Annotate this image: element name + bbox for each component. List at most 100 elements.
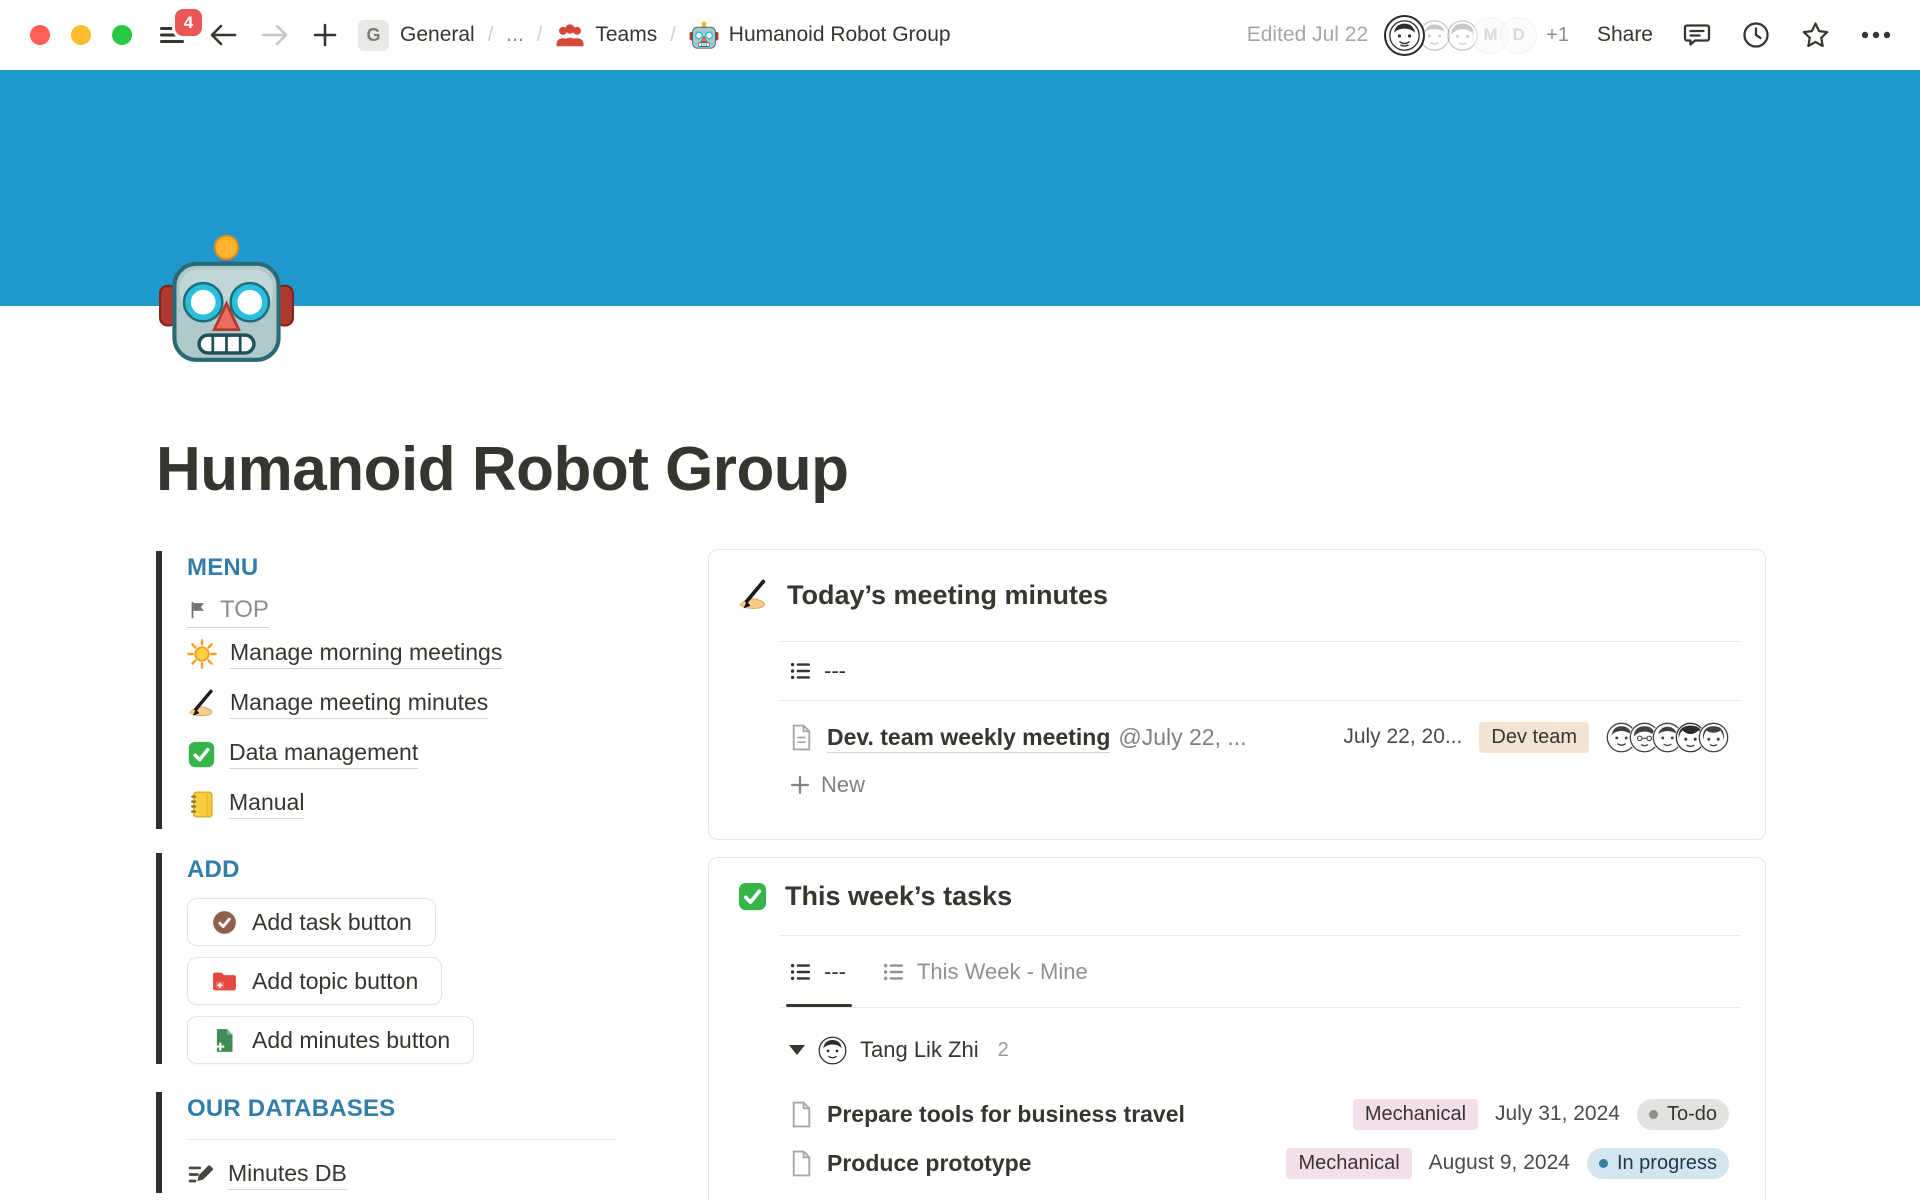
breadcrumb-ellipsis[interactable]: ... xyxy=(506,23,524,47)
writing-hand-icon xyxy=(187,689,217,719)
breadcrumb-separator: / xyxy=(488,24,494,47)
tasks-card: This week’s tasks --- This Week - Mine xyxy=(708,857,1766,1200)
back-button[interactable] xyxy=(208,22,238,48)
close-window-button[interactable] xyxy=(30,25,50,45)
add-topic-button[interactable]: Add topic button xyxy=(187,957,442,1005)
top-link-label: TOP xyxy=(220,596,269,624)
flag-icon xyxy=(187,599,209,621)
database-link-minutes-db[interactable]: Minutes DB xyxy=(187,1157,616,1193)
last-edited-label: Edited Jul 22 xyxy=(1247,23,1368,47)
share-button[interactable]: Share xyxy=(1597,23,1653,47)
more-options-button[interactable] xyxy=(1860,30,1892,40)
collapse-triangle-icon[interactable] xyxy=(789,1045,805,1055)
add-task-label: Add task button xyxy=(252,909,412,936)
status-dot-icon xyxy=(1599,1159,1608,1168)
view-tab-this-week-mine[interactable]: This Week - Mine xyxy=(882,936,1088,1007)
page-title[interactable]: Humanoid Robot Group xyxy=(156,434,849,505)
check-icon xyxy=(187,740,216,769)
workspace-icon[interactable]: G xyxy=(358,20,389,51)
database-link-label: Minutes DB xyxy=(228,1160,347,1190)
writing-hand-icon xyxy=(737,579,770,612)
zoom-window-button[interactable] xyxy=(112,25,132,45)
add-section: ADD Add task button Add topic button Add… xyxy=(156,853,616,1064)
breadcrumb-separator: / xyxy=(670,24,676,47)
forward-button[interactable] xyxy=(260,22,290,48)
breadcrumb-teams[interactable]: Teams xyxy=(555,21,657,49)
favorite-star-button[interactable] xyxy=(1800,20,1831,50)
breadcrumb-current-page[interactable]: Humanoid Robot Group xyxy=(689,20,951,50)
titlebar: 4 G General / ... / Teams / Humanoid Rob… xyxy=(0,0,1920,70)
folder-plus-icon xyxy=(211,968,238,995)
category-tag: Mechanical xyxy=(1286,1148,1411,1179)
comments-button[interactable] xyxy=(1682,20,1712,50)
due-date: July 31, 2024 xyxy=(1495,1102,1620,1126)
avatar-overflow-count[interactable]: +1 xyxy=(1546,24,1569,47)
robot-emoji-icon xyxy=(689,20,719,50)
breadcrumb-root[interactable]: General xyxy=(400,23,475,47)
top-anchor-link[interactable]: TOP xyxy=(187,596,269,628)
category-tag: Mechanical xyxy=(1353,1099,1478,1130)
list-view-icon xyxy=(789,960,813,984)
card-title[interactable]: This week’s tasks xyxy=(785,881,1012,912)
view-tab[interactable]: --- xyxy=(789,642,846,700)
add-task-button[interactable]: Add task button xyxy=(187,898,436,946)
updates-clock-button[interactable] xyxy=(1741,20,1771,50)
add-heading: ADD xyxy=(187,853,616,887)
databases-section: OUR DATABASES Minutes DB xyxy=(156,1092,616,1193)
task-row[interactable]: Produce prototype Mechanical August 9, 2… xyxy=(709,1140,1765,1186)
plus-icon xyxy=(789,774,811,796)
status-badge: To-do xyxy=(1637,1099,1729,1130)
ledger-icon xyxy=(187,790,216,819)
meeting-row[interactable]: Dev. team weekly meeting@July 22, ... Ju… xyxy=(709,715,1765,759)
minimize-window-button[interactable] xyxy=(71,25,91,45)
menu-link-data-management[interactable]: Data management xyxy=(187,729,616,779)
task-title: Produce prototype xyxy=(827,1150,1031,1177)
meeting-minutes-card: Today’s meeting minutes --- Dev. team we… xyxy=(708,549,1766,840)
new-tab-button[interactable] xyxy=(312,22,338,48)
add-topic-label: Add topic button xyxy=(252,968,418,995)
team-tag: Dev team xyxy=(1479,722,1589,753)
page-doc-icon xyxy=(789,1150,814,1177)
compose-icon xyxy=(187,1161,215,1189)
avatar xyxy=(1698,722,1729,753)
add-minutes-button[interactable]: Add minutes button xyxy=(187,1016,474,1064)
view-tab-label: --- xyxy=(824,658,846,684)
presence-avatar-stack[interactable]: M D xyxy=(1384,15,1537,56)
list-view-icon xyxy=(882,960,906,984)
group-count: 2 xyxy=(998,1039,1009,1062)
card-title[interactable]: Today’s meeting minutes xyxy=(787,580,1108,611)
menu-link-morning-meetings[interactable]: Manage morning meetings xyxy=(187,629,616,679)
new-row-label: New xyxy=(821,772,865,798)
group-header-row[interactable]: Tang Lik Zhi 2 xyxy=(709,1030,1765,1070)
avatar-initial-d[interactable]: D xyxy=(1500,17,1537,54)
status-badge: In progress xyxy=(1587,1148,1729,1179)
teams-people-icon xyxy=(555,21,585,49)
notification-badge: 4 xyxy=(175,9,202,36)
breadcrumb-teams-label: Teams xyxy=(595,23,657,47)
view-tab-label: This Week - Mine xyxy=(917,959,1088,985)
avatar[interactable] xyxy=(1384,15,1425,56)
menu-link-manual[interactable]: Manual xyxy=(187,779,616,829)
group-name: Tang Lik Zhi xyxy=(860,1037,979,1063)
status-label: To-do xyxy=(1667,1103,1717,1126)
page-doc-icon xyxy=(789,724,814,751)
databases-heading: OUR DATABASES xyxy=(187,1092,616,1126)
meeting-title: Dev. team weekly meeting xyxy=(827,724,1110,753)
task-row[interactable]: Prepare tools for business travel Mechan… xyxy=(709,1092,1765,1136)
breadcrumb-separator: / xyxy=(537,24,543,47)
check-icon xyxy=(737,881,768,912)
status-label: In progress xyxy=(1617,1152,1717,1175)
page-robot-emoji-icon[interactable] xyxy=(158,231,295,368)
view-tab-label: --- xyxy=(824,959,846,985)
menu-link-label: Data management xyxy=(229,739,418,769)
view-tab-active[interactable]: --- xyxy=(789,936,846,1007)
sidebar-toggle-button[interactable]: 4 xyxy=(158,23,186,47)
task-check-icon xyxy=(211,909,238,936)
menu-link-meeting-minutes[interactable]: Manage meeting minutes xyxy=(187,679,616,729)
doc-plus-icon xyxy=(211,1027,238,1054)
notion-window: 4 G General / ... / Teams / Humanoid Rob… xyxy=(0,0,1920,1200)
menu-link-label: Manage morning meetings xyxy=(230,639,502,669)
list-view-icon xyxy=(789,659,813,683)
new-row-button[interactable]: New xyxy=(709,765,1765,805)
divider xyxy=(779,700,1741,701)
